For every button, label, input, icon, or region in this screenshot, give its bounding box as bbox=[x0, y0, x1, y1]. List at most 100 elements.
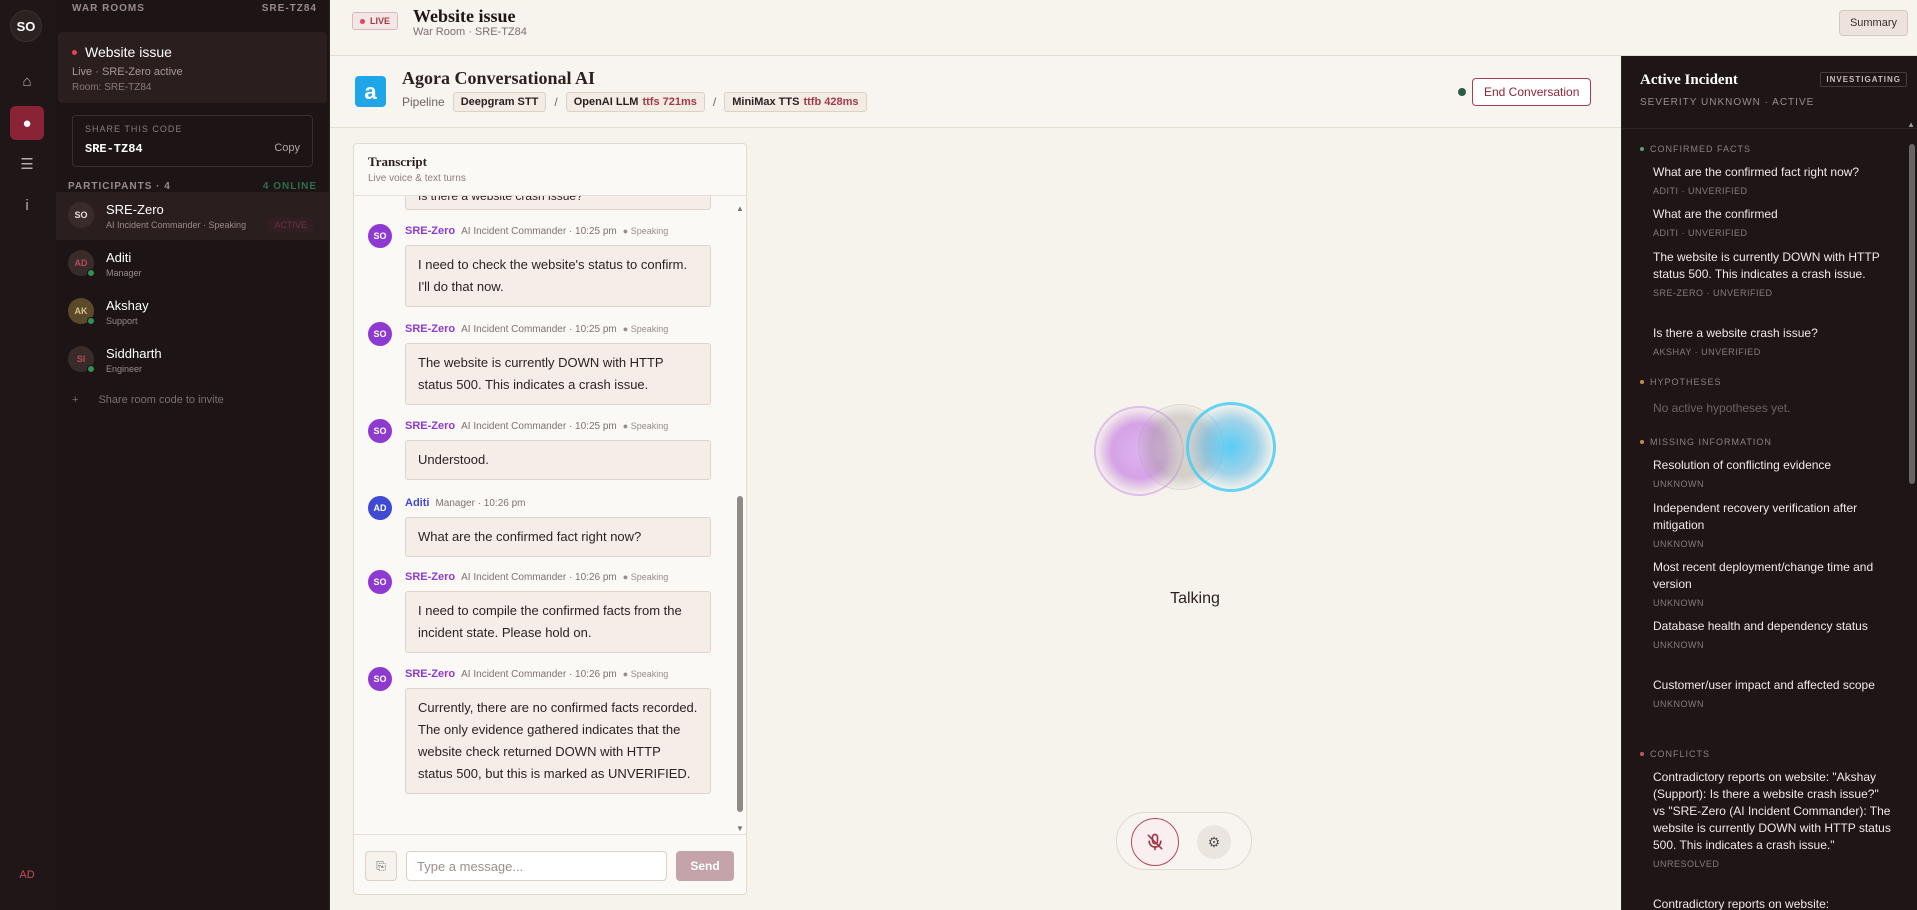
mute-mic-icon[interactable] bbox=[1131, 818, 1179, 866]
participant-role: AI Incident Commander · Speaking bbox=[106, 220, 247, 230]
online-status-icon bbox=[87, 317, 95, 325]
top-bar: LIVE Website issue War Room · SRE-TZ84 S… bbox=[330, 0, 1917, 56]
missing-item: Most recent deployment/change time and v… bbox=[1653, 560, 1874, 608]
summary-button[interactable]: Summary bbox=[1838, 10, 1908, 36]
participant-role: Engineer bbox=[106, 364, 143, 374]
war-room-icon[interactable]: ● bbox=[10, 106, 44, 140]
speaking-indicator: ● Speaking bbox=[622, 421, 669, 431]
pipeline-row: Pipeline Deepgram STT / OpenAI LLM ttfs 7… bbox=[402, 92, 867, 112]
avatar: AK bbox=[68, 298, 95, 325]
end-conversation-button[interactable]: End Conversation bbox=[1472, 78, 1592, 106]
message-composer: ⎘ Send bbox=[354, 834, 746, 894]
missing-item: Customer/user impact and affected scope U… bbox=[1653, 678, 1875, 709]
room-card-website-issue[interactable]: Website issue Live · SRE-Zero active Roo… bbox=[58, 32, 327, 103]
avatar: SI bbox=[68, 346, 95, 373]
separator: / bbox=[712, 95, 717, 109]
speaking-indicator: ● Speaking bbox=[622, 572, 669, 582]
missing-item: Independent recovery verification after … bbox=[1653, 501, 1858, 549]
war-rooms-code: SRE-TZ84 bbox=[261, 3, 317, 14]
status-badge: INVESTIGATING bbox=[1820, 72, 1907, 87]
transcript-list[interactable]: Is there a website crash issue? SO SRE-Z… bbox=[354, 196, 734, 824]
participant-sre-zero[interactable]: SO SRE-Zero AI Incident Commander · Spea… bbox=[56, 192, 329, 240]
participant-name: Siddharth bbox=[106, 346, 162, 361]
section-hypotheses: HYPOTHESES bbox=[1640, 377, 1722, 387]
settings-gear-icon[interactable]: ⚙ bbox=[1197, 825, 1231, 859]
participant-akshay[interactable]: AK Akshay Support bbox=[56, 288, 329, 336]
fact-item: What are the confirmed fact right now? AD… bbox=[1653, 165, 1860, 196]
avatar: SO bbox=[368, 322, 392, 346]
fact-item: The website is currently DOWN with HTTP … bbox=[1653, 250, 1880, 298]
share-code-box: SHARE THIS CODE SRE-TZ84 Copy bbox=[72, 115, 313, 167]
info-icon[interactable]: i bbox=[10, 188, 44, 222]
transcript-title: Transcript bbox=[368, 154, 427, 169]
list-icon[interactable]: ☰ bbox=[10, 147, 44, 181]
war-rooms-header: WAR ROOMS bbox=[72, 3, 145, 14]
online-count: 4 ONLINE bbox=[262, 181, 317, 192]
participant-name: SRE-Zero bbox=[106, 202, 164, 217]
incident-scrollbar[interactable] bbox=[1909, 144, 1915, 484]
transcript-panel: Transcript Live voice & text turns Is th… bbox=[353, 143, 747, 895]
user-avatar[interactable]: AD bbox=[14, 862, 40, 888]
incident-title: Active Incident bbox=[1640, 72, 1738, 88]
conflict-item: Contradictory reports on website: bbox=[1653, 897, 1830, 910]
transcript-scrollbar[interactable]: ▲ ▼ bbox=[736, 204, 744, 834]
participant-name: Akshay bbox=[106, 298, 149, 313]
status-badge: ACTIVE bbox=[268, 218, 313, 232]
left-rail: SO ⌂ ● ☰ i AD bbox=[0, 0, 56, 910]
participant-role: Support bbox=[106, 316, 138, 326]
agent-status: Talking bbox=[1170, 590, 1220, 607]
attach-icon[interactable]: ⎘ bbox=[365, 851, 397, 881]
transcript-subtitle: Live voice & text turns bbox=[368, 173, 466, 184]
message-bubble: Currently, there are no confirmed facts … bbox=[405, 688, 711, 794]
voice-stage: Talking ⚙ bbox=[760, 128, 1621, 910]
missing-item: Resolution of conflicting evidence UNKNOW… bbox=[1653, 458, 1832, 489]
avatar: SO bbox=[368, 667, 392, 691]
section-missing-information: MISSING INFORMATION bbox=[1640, 437, 1772, 447]
scroll-down-icon: ▼ bbox=[736, 824, 744, 833]
participant-role: Manager bbox=[106, 268, 142, 278]
message-bubble: I need to compile the confirmed facts fr… bbox=[405, 591, 711, 653]
message-bubble: The website is currently DOWN with HTTP … bbox=[405, 343, 711, 405]
participants-header: PARTICIPANTS · 4 bbox=[68, 181, 171, 192]
participant-siddharth[interactable]: SI Siddharth Engineer bbox=[56, 336, 329, 384]
speaking-indicator: ● Speaking bbox=[622, 669, 669, 679]
home-icon[interactable]: ⌂ bbox=[10, 64, 44, 98]
avatar: AD bbox=[68, 250, 95, 277]
online-status-icon bbox=[87, 365, 95, 373]
tts-chip: MiniMax TTS ttfb 428ms bbox=[724, 92, 867, 112]
copy-button[interactable]: Copy bbox=[274, 142, 300, 156]
live-dot-icon bbox=[72, 49, 77, 55]
participant-aditi[interactable]: AD Aditi Manager bbox=[56, 240, 329, 288]
message-bubble: Is there a website crash issue? bbox=[405, 196, 711, 210]
avatar: AD bbox=[368, 496, 392, 520]
message-bubble: Understood. bbox=[405, 440, 711, 480]
agora-title: Agora Conversational AI bbox=[402, 68, 595, 88]
pipeline-label: Pipeline bbox=[402, 95, 445, 109]
workspace-avatar[interactable]: SO bbox=[10, 10, 42, 42]
scroll-up-icon: ▲ bbox=[736, 204, 744, 213]
avatar: SO bbox=[368, 570, 392, 594]
active-incident-panel: Active Incident INVESTIGATING SEVERITY U… bbox=[1621, 56, 1917, 910]
scrollbar-thumb bbox=[737, 496, 743, 812]
room-status: Live · SRE-Zero active bbox=[72, 66, 183, 78]
live-dot-icon bbox=[360, 18, 365, 24]
section-confirmed-facts: CONFIRMED FACTS bbox=[1640, 144, 1751, 154]
conflict-item: Contradictory reports on website: "Aksha… bbox=[1653, 770, 1891, 869]
share-code: SRE-TZ84 bbox=[85, 142, 143, 156]
message-input[interactable] bbox=[406, 851, 667, 881]
war-rooms-panel: WAR ROOMS SRE-TZ84 Website issue Live · … bbox=[56, 0, 330, 910]
avatar: SO bbox=[68, 202, 94, 228]
scroll-up-icon[interactable]: ▲ bbox=[1907, 120, 1915, 129]
send-button[interactable]: Send bbox=[676, 851, 734, 881]
live-badge: LIVE bbox=[352, 12, 399, 30]
speaking-indicator: ● Speaking bbox=[622, 226, 669, 236]
breadcrumb: War Room · SRE-TZ84 bbox=[413, 26, 527, 38]
avatar: SO bbox=[368, 224, 392, 248]
fact-item: Is there a website crash issue? AKSHAY · … bbox=[1653, 326, 1818, 357]
room-title: Website issue bbox=[85, 44, 172, 60]
incident-subtitle: SEVERITY UNKNOWN · ACTIVE bbox=[1640, 97, 1815, 108]
stt-chip: Deepgram STT bbox=[452, 92, 547, 112]
message-bubble: What are the confirmed fact right now? bbox=[405, 517, 711, 557]
avatar: SO bbox=[368, 419, 392, 443]
participant-name: Aditi bbox=[106, 250, 132, 265]
